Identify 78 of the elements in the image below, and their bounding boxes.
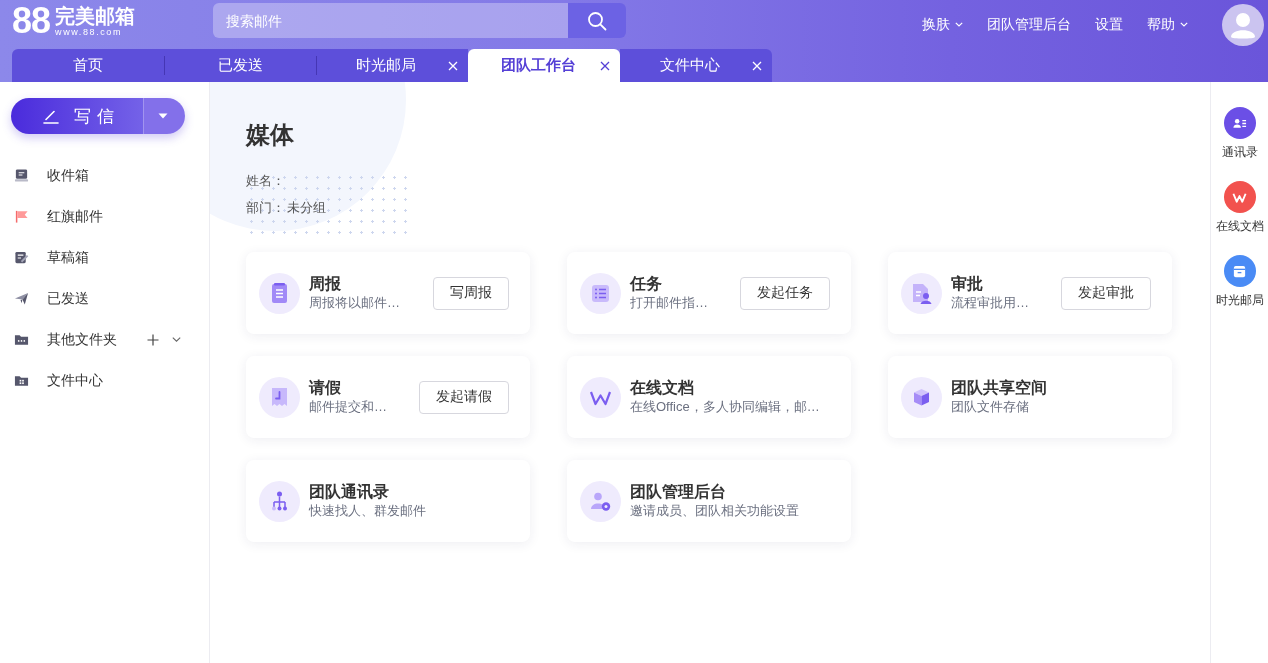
department-value: 未分组 [287, 199, 326, 217]
avatar-icon[interactable] [1222, 4, 1264, 46]
app-card[interactable]: 在线文档 在线Office，多人协同编辑，邮… [567, 356, 851, 438]
folder-item[interactable]: 已发送 [14, 289, 89, 308]
department-label: 部门： [246, 199, 285, 217]
close-icon[interactable] [600, 60, 610, 71]
document-pencil-icon [14, 250, 29, 265]
clipboard-icon [259, 272, 300, 314]
w-logo-icon [580, 376, 621, 418]
app-card[interactable]: 任务 打开邮件指… 发起任务 [567, 252, 851, 334]
tab[interactable]: 已发送 [164, 49, 316, 82]
card-description: 团队文件存储 [951, 398, 1030, 416]
card-title: 任务 [630, 274, 663, 294]
card-title: 团队共享空间 [951, 378, 1048, 398]
tab[interactable]: 团队工作台 [468, 49, 620, 82]
card-title: 周报 [309, 274, 342, 294]
document-user-icon [901, 272, 942, 314]
tab[interactable]: 文件中心 [620, 49, 772, 82]
folder-item[interactable]: 草稿箱 [14, 248, 89, 267]
cube-icon [901, 376, 942, 418]
chevron-down-icon [955, 22, 963, 27]
checklist-icon [580, 272, 621, 314]
card-title: 在线文档 [630, 378, 695, 398]
compose-menu-button[interactable] [143, 98, 185, 134]
folder-item[interactable]: 其他文件夹 [14, 330, 117, 349]
card-title: 团队管理后台 [630, 482, 727, 502]
card-description: 快速找人、群发邮件 [309, 502, 427, 520]
card-description: 打开邮件指… [630, 294, 709, 312]
tab[interactable]: 时光邮局 [316, 49, 468, 82]
flag-icon [14, 209, 29, 224]
caret-down-icon [157, 113, 168, 119]
folder-item[interactable]: 红旗邮件 [14, 207, 103, 226]
card-title: 团队通讯录 [309, 482, 390, 502]
rail-app-button[interactable]: 在线文档 [1215, 181, 1264, 234]
folder-icon [14, 332, 29, 347]
app-card[interactable]: 请假 邮件提交和… 发起请假 [246, 356, 530, 438]
org-chart-icon [259, 480, 300, 522]
paper-plane-icon [14, 291, 29, 306]
search-icon [587, 10, 607, 31]
rail-app-button[interactable]: 时光邮局 [1215, 255, 1264, 308]
card-description: 邮件提交和… [309, 398, 388, 416]
card-title: 请假 [309, 378, 342, 398]
card-action-button[interactable]: 发起任务 [740, 276, 830, 310]
nav-link[interactable]: 团队管理后台 [987, 15, 1071, 34]
app-card[interactable]: 团队通讯录 快速找人、群发邮件 [246, 460, 530, 542]
card-action-button[interactable]: 发起请假 [419, 380, 509, 414]
chevron-down-icon[interactable] [172, 337, 181, 342]
clock-icon [259, 376, 300, 418]
folder-icon [14, 373, 29, 388]
app-card[interactable]: 审批 流程审批用… 发起审批 [888, 252, 1172, 334]
card-action-button[interactable]: 写周报 [433, 276, 509, 310]
card-title: 审批 [951, 274, 984, 294]
card-description: 周报将以邮件… [309, 294, 401, 312]
add-icon[interactable] [147, 333, 159, 346]
card-description: 流程审批用… [951, 294, 1030, 312]
nav-link[interactable]: 帮助 [1147, 15, 1188, 34]
name-label: 姓名： [246, 172, 285, 190]
tab[interactable]: 首页 [12, 49, 164, 82]
card-description: 邀请成员、团队相关功能设置 [630, 502, 800, 520]
logo-name: 完美邮箱 [55, 4, 136, 27]
folder-item[interactable]: 文件中心 [14, 371, 103, 390]
inbox-icon [14, 168, 29, 183]
folder-item[interactable]: 收件箱 [14, 166, 89, 185]
search-button[interactable] [568, 3, 626, 38]
chevron-down-icon [1180, 22, 1188, 27]
logo-domain: www.88.com [55, 26, 124, 38]
compose-button[interactable]: 写信 [11, 98, 143, 134]
page-title: 媒体 [246, 120, 294, 150]
rail-app-button[interactable]: 通讯录 [1221, 107, 1258, 160]
nav-link[interactable]: 设置 [1095, 15, 1123, 34]
card-description: 在线Office，多人协同编辑，邮… [630, 398, 821, 416]
app-card[interactable]: 周报 周报将以邮件… 写周报 [246, 252, 530, 334]
app-card[interactable]: 团队共享空间 团队文件存储 [888, 356, 1172, 438]
logo-mark: 88 [12, 3, 51, 39]
user-gear-icon [580, 480, 621, 522]
nav-link[interactable]: 换肤 [922, 15, 963, 34]
app-card[interactable]: 团队管理后台 邀请成员、团队相关功能设置 [567, 460, 851, 542]
card-action-button[interactable]: 发起审批 [1061, 276, 1151, 310]
